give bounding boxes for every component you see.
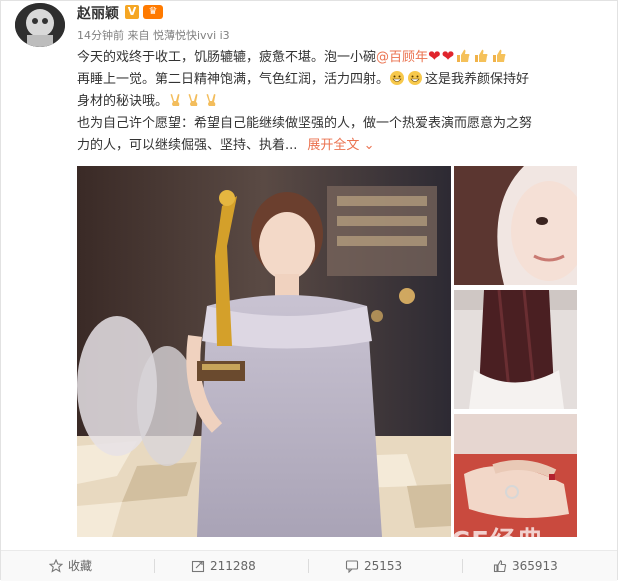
divider: [462, 559, 463, 573]
avatar[interactable]: [15, 3, 65, 47]
chevron-down-icon: ⌄: [363, 138, 375, 153]
heart-emoji-icon: ❤: [428, 47, 441, 65]
thumbnail-3[interactable]: [454, 414, 577, 537]
post-line-3: 身材的秘诀哦。: [77, 91, 577, 113]
thumbs-up-emoji-icon: [493, 49, 506, 62]
like-button[interactable]: 365913: [493, 551, 558, 581]
weibo-post-card: 赵丽颖 V ♛ 14分钟前 来自 悦薄悦快ivvi i3 今天的戏终于收工，饥肠…: [0, 0, 618, 581]
verified-icon[interactable]: V: [125, 5, 139, 19]
repost-button[interactable]: 211288: [191, 551, 256, 581]
divider: [308, 559, 309, 573]
divider: [154, 559, 155, 573]
thumbs-up-emoji-icon: [457, 49, 470, 62]
vip-icon[interactable]: ♛: [143, 5, 163, 19]
thumbnail-1[interactable]: [454, 166, 577, 285]
thumbnail-2[interactable]: [454, 290, 577, 409]
mention-link[interactable]: @百顾年: [376, 50, 428, 65]
grin-emoji-icon: [390, 71, 405, 85]
victory-hand-emoji-icon: [188, 94, 198, 106]
victory-hand-emoji-icon: [170, 94, 180, 106]
post-line-4: 也为自己许个愿望：希望自己能继续做坚强的人，做一个热爱表演而愿意为之努: [77, 116, 533, 131]
main-photo[interactable]: [77, 166, 451, 537]
grin-emoji-icon: [408, 71, 423, 85]
heart-emoji-icon: ❤: [441, 47, 455, 65]
post-line-1: 今天的戏终于收工，饥肠辘辘，疲惫不堪。泡一小碗@百顾年❤❤: [77, 45, 577, 69]
favorite-button[interactable]: 收藏: [48, 551, 92, 581]
post-line-5: 力的人，可以继续倔强、坚持、执着... 展开全文 ⌄: [77, 138, 375, 153]
post-source[interactable]: 悦薄悦快ivvi i3: [153, 29, 230, 42]
thumbs-up-emoji-icon: [475, 49, 488, 62]
post-line-2: 再睡上一觉。第二日精神饱满，气色红润，活力四射。 这是我养颜保持好: [77, 71, 530, 87]
action-bar: 收藏 211288 25153 365913: [1, 550, 617, 581]
post-meta: 14分钟前 来自 悦薄悦快ivvi i3: [77, 27, 230, 43]
expand-full-text-link[interactable]: 展开全文 ⌄: [307, 138, 374, 153]
comment-button[interactable]: 25153: [345, 551, 402, 581]
source-prefix: 来自: [127, 29, 150, 42]
username[interactable]: 赵丽颖: [77, 3, 119, 23]
post-text: 今天的戏终于收工，饥肠辘辘，疲惫不堪。泡一小碗@百顾年❤❤ 再睡上一觉。第二日精…: [77, 45, 577, 157]
victory-hand-emoji-icon: [206, 94, 216, 106]
post-time[interactable]: 14分钟前: [77, 29, 124, 42]
